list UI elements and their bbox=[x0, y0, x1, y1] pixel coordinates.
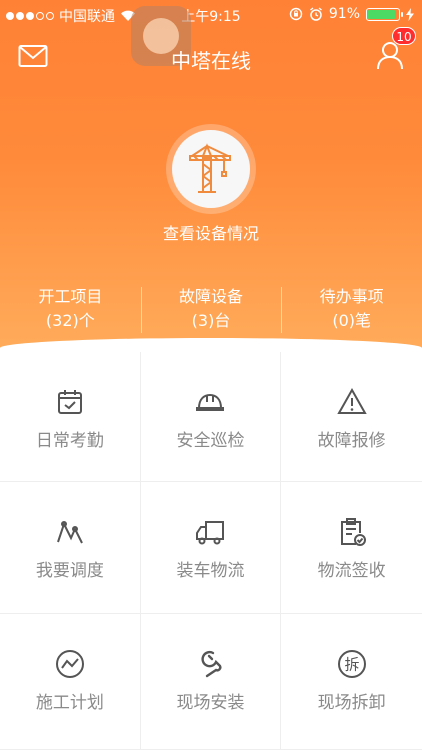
stat-label: 开工项目 bbox=[38, 287, 103, 306]
menu-item-onsite-installation[interactable]: 现场安装 bbox=[140, 614, 282, 750]
stat-label: 故障设备 bbox=[179, 287, 244, 306]
menu-item-label: 日常考勤 bbox=[35, 431, 104, 451]
menu-item-onsite-dismantling[interactable]: 拆 现场拆卸 bbox=[281, 614, 422, 750]
menu-item-label: 故障报修 bbox=[317, 431, 386, 451]
view-equipment-label[interactable]: 查看设备情况 bbox=[0, 220, 422, 244]
stat-value: (32)个 bbox=[45, 311, 95, 330]
menu-item-label: 物流签收 bbox=[317, 561, 386, 581]
menu-item-safety-inspection[interactable]: 安全巡检 bbox=[140, 352, 282, 482]
tower-crane-icon bbox=[189, 143, 231, 193]
hard-hat-icon bbox=[196, 393, 225, 411]
menu-item-label: 施工计划 bbox=[35, 693, 104, 713]
page-title: 中塔在线 bbox=[171, 49, 251, 73]
menu-item-dispatch[interactable]: 我要调度 bbox=[0, 482, 141, 614]
truck-icon bbox=[196, 521, 225, 545]
menu-item-fault-report[interactable]: 故障报修 bbox=[281, 352, 422, 482]
battery-percent: 91% bbox=[328, 6, 360, 22]
wrench-icon bbox=[201, 650, 222, 678]
stat-faulty-equipment[interactable]: 故障设备 (3)台 bbox=[140, 285, 282, 340]
battery-icon bbox=[366, 7, 403, 21]
menu-item-loading-logistics[interactable]: 装车物流 bbox=[140, 482, 282, 614]
menu-item-label: 安全巡检 bbox=[176, 431, 245, 451]
menu-item-attendance[interactable]: 日常考勤 bbox=[0, 352, 141, 482]
stat-value: (3)台 bbox=[191, 311, 231, 330]
menu-item-label: 我要调度 bbox=[35, 561, 104, 581]
menu-item-label: 装车物流 bbox=[176, 561, 245, 581]
calendar-check-icon bbox=[57, 390, 82, 414]
status-bar: 中国联通 上午9:15 91% bbox=[0, 0, 422, 30]
menu-item-label: 现场拆卸 bbox=[317, 693, 386, 713]
alarm-icon bbox=[309, 7, 322, 21]
charging-icon bbox=[406, 7, 414, 21]
stat-active-projects[interactable]: 开工项目 (32)个 bbox=[0, 285, 141, 340]
menu-item-construction-plan[interactable]: 施工计划 bbox=[0, 614, 141, 750]
view-equipment-button[interactable] bbox=[166, 124, 256, 214]
clipboard-check-icon bbox=[340, 518, 366, 546]
menu-item-label: 现场安装 bbox=[176, 693, 245, 713]
menu-grid: 日常考勤 安全巡检 故障报修 我要调度 装车物流 物流签收 施工计划 现场安装 … bbox=[0, 352, 422, 750]
trend-icon bbox=[55, 650, 84, 678]
dismantle-icon: 拆 bbox=[337, 650, 366, 678]
stat-label: 待办事项 bbox=[319, 287, 384, 306]
notification-badge: 10 bbox=[392, 27, 416, 45]
orientation-lock-icon bbox=[289, 7, 303, 21]
stat-pending-tasks[interactable]: 待办事项 (0)笔 bbox=[281, 285, 422, 340]
stat-value: (0)笔 bbox=[332, 311, 372, 330]
warning-icon bbox=[336, 387, 367, 414]
route-icon bbox=[56, 521, 83, 544]
menu-item-logistics-signoff[interactable]: 物流签收 bbox=[281, 482, 422, 614]
stats-row: 开工项目 (32)个 故障设备 (3)台 待办事项 (0)笔 bbox=[0, 285, 422, 340]
dismantle-glyph: 拆 bbox=[344, 656, 359, 674]
